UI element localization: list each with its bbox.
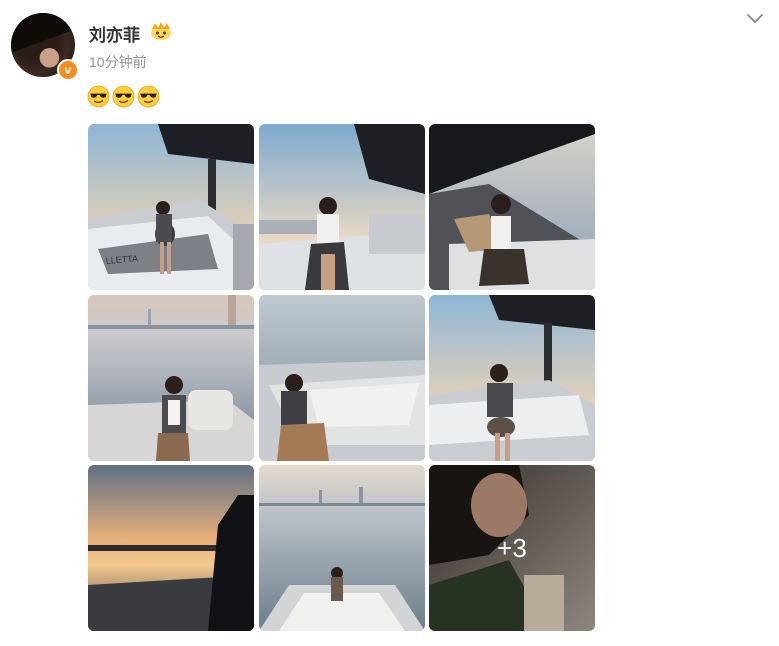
- sunglasses-emoji-icon: [137, 85, 160, 108]
- photo-thumbnail-6[interactable]: [429, 295, 595, 461]
- post-content: [87, 85, 160, 108]
- photo-thumbnail-8[interactable]: [259, 465, 425, 631]
- more-images-count[interactable]: +3: [429, 465, 595, 631]
- sunglasses-emoji-icon: [112, 85, 135, 108]
- photo-thumbnail-1[interactable]: LLETTA: [88, 124, 254, 290]
- post-time[interactable]: 10分钟前: [89, 52, 147, 72]
- photo-thumbnail-4[interactable]: [88, 295, 254, 461]
- sunglasses-emoji-icon: [87, 85, 110, 108]
- crown-icon[interactable]: [149, 20, 173, 42]
- chevron-down-icon[interactable]: [744, 10, 766, 28]
- verified-badge: v: [57, 59, 79, 81]
- author-name[interactable]: 刘亦菲: [89, 21, 140, 46]
- photo-grid: LLETTA +3: [88, 124, 595, 631]
- photo-thumbnail-7[interactable]: [88, 465, 254, 631]
- photo-thumbnail-2[interactable]: [259, 124, 425, 290]
- photo-thumbnail-5[interactable]: [259, 295, 425, 461]
- photo-thumbnail-3[interactable]: [429, 124, 595, 290]
- photo-thumbnail-9[interactable]: +3: [429, 465, 595, 631]
